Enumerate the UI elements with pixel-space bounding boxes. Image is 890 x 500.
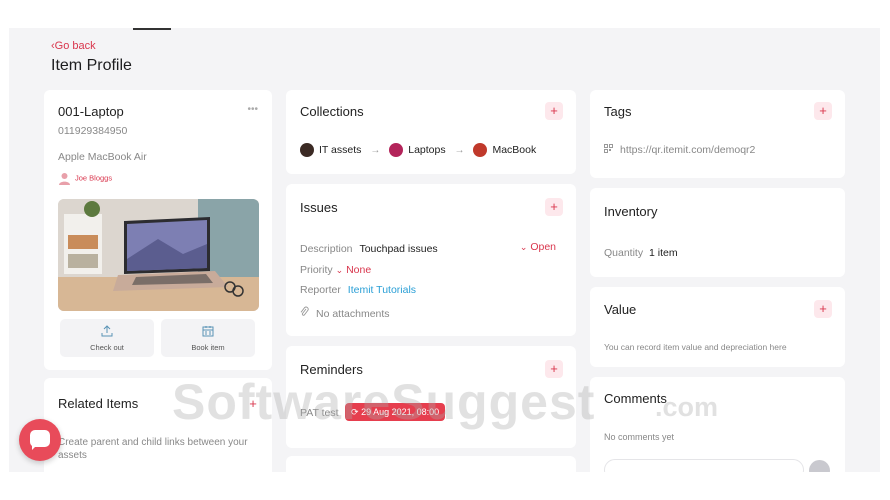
reporter-row: Reporter Itemit Tutorials — [300, 284, 416, 296]
owner-link[interactable]: Joe Bloggs — [58, 172, 112, 185]
collection-label: MacBook — [492, 143, 537, 156]
book-item-label: Book item — [191, 343, 225, 352]
inventory-title: Inventory — [604, 204, 658, 219]
upload-icon — [60, 325, 154, 340]
comment-input[interactable] — [604, 459, 804, 472]
arrow-right-icon: → — [370, 144, 381, 156]
related-items-title: Related Items — [58, 396, 139, 411]
value-card: Value + You can record item value and de… — [590, 287, 845, 367]
issues-card: Issues + Description Touchpad issues ⌄ O… — [286, 184, 576, 336]
related-items-description: Create parent and child links between yo… — [58, 437, 248, 461]
quantity-value: 1 item — [649, 247, 678, 259]
collection-label: Laptops — [408, 143, 446, 156]
issues-title: Issues — [300, 200, 338, 215]
add-value-button[interactable]: + — [814, 300, 832, 318]
calendar-icon — [161, 325, 255, 340]
value-description: You can record item value and depreciati… — [604, 342, 787, 352]
collection-item[interactable]: IT assets — [300, 143, 362, 157]
comments-empty: No comments yet — [604, 432, 675, 442]
status-value: Open — [530, 241, 556, 253]
collections-card: Collections + IT assets → Laptops → MacB… — [286, 90, 576, 174]
check-out-button[interactable]: Check out — [60, 319, 154, 357]
tag-row[interactable]: https://qr.itemit.com/demoqr2 — [604, 144, 755, 156]
status-dropdown[interactable]: ⌄ Open — [520, 241, 556, 253]
priority-label: Priority — [300, 264, 333, 276]
value-title: Value — [604, 302, 637, 317]
paperclip-icon — [300, 306, 310, 320]
reporter-link[interactable]: Itemit Tutorials — [348, 284, 416, 296]
chevron-down-icon: ⌄ — [335, 265, 344, 275]
watermark-suffix: .com — [655, 392, 719, 422]
item-card: 001-Laptop ••• 011929384950 Apple MacBoo… — [44, 90, 272, 370]
collections-title: Collections — [300, 104, 364, 119]
attachments-label: No attachments — [316, 308, 390, 320]
item-photo — [58, 199, 259, 311]
qr-code-icon — [604, 144, 613, 156]
collection-dot-it-assets — [300, 143, 314, 157]
chat-button[interactable] — [19, 419, 61, 461]
go-back-label: Go back — [54, 40, 96, 52]
inventory-card: Inventory Quantity 1 item — [590, 188, 845, 277]
collection-item[interactable]: Laptops — [389, 143, 446, 157]
owner-name: Joe Bloggs — [75, 173, 113, 183]
more-options-icon[interactable]: ••• — [247, 104, 258, 115]
next-card — [286, 456, 576, 472]
issue-description-row: Description Touchpad issues — [300, 243, 438, 255]
chat-bubble-tail — [32, 445, 37, 450]
priority-value: None — [346, 264, 372, 276]
tags-card: Tags + https://qr.itemit.com/demoqr2 — [590, 90, 845, 178]
watermark: SoftwareSuggest — [172, 374, 596, 430]
check-out-label: Check out — [90, 343, 124, 352]
go-back-link[interactable]: ‹Go back — [51, 40, 96, 52]
tags-title: Tags — [604, 104, 632, 119]
item-barcode: 011929384950 — [58, 125, 128, 137]
collection-dot-laptops — [389, 143, 404, 157]
item-model: Apple MacBook Air — [58, 151, 147, 163]
quantity-row: Quantity 1 item — [604, 247, 678, 259]
quantity-label: Quantity — [604, 247, 644, 259]
chevron-down-icon: ⌄ — [519, 242, 528, 252]
arrow-right-icon: → — [454, 144, 465, 156]
attachments-row[interactable]: No attachments — [300, 306, 390, 320]
priority-row[interactable]: Priority ⌄ None — [300, 264, 371, 276]
tag-url: https://qr.itemit.com/demoqr2 — [620, 144, 756, 156]
collection-path: IT assets → Laptops → MacBook — [300, 143, 536, 157]
user-icon — [58, 172, 71, 185]
send-comment-button[interactable] — [809, 460, 830, 472]
collection-label: IT assets — [319, 143, 362, 156]
page-title: Item Profile — [51, 57, 132, 74]
item-name: 001-Laptop — [58, 104, 124, 119]
collection-dot-macbook — [473, 143, 488, 157]
book-item-button[interactable]: Book item — [161, 319, 255, 357]
description-value: Touchpad issues — [359, 243, 438, 255]
add-tag-button[interactable]: + — [814, 102, 832, 120]
active-tab-indicator — [133, 28, 171, 30]
collection-item[interactable]: MacBook — [473, 143, 537, 157]
description-label: Description — [300, 243, 353, 255]
add-issue-button[interactable]: + — [545, 198, 563, 216]
add-collection-button[interactable]: + — [545, 102, 563, 120]
reporter-label: Reporter — [300, 284, 341, 296]
